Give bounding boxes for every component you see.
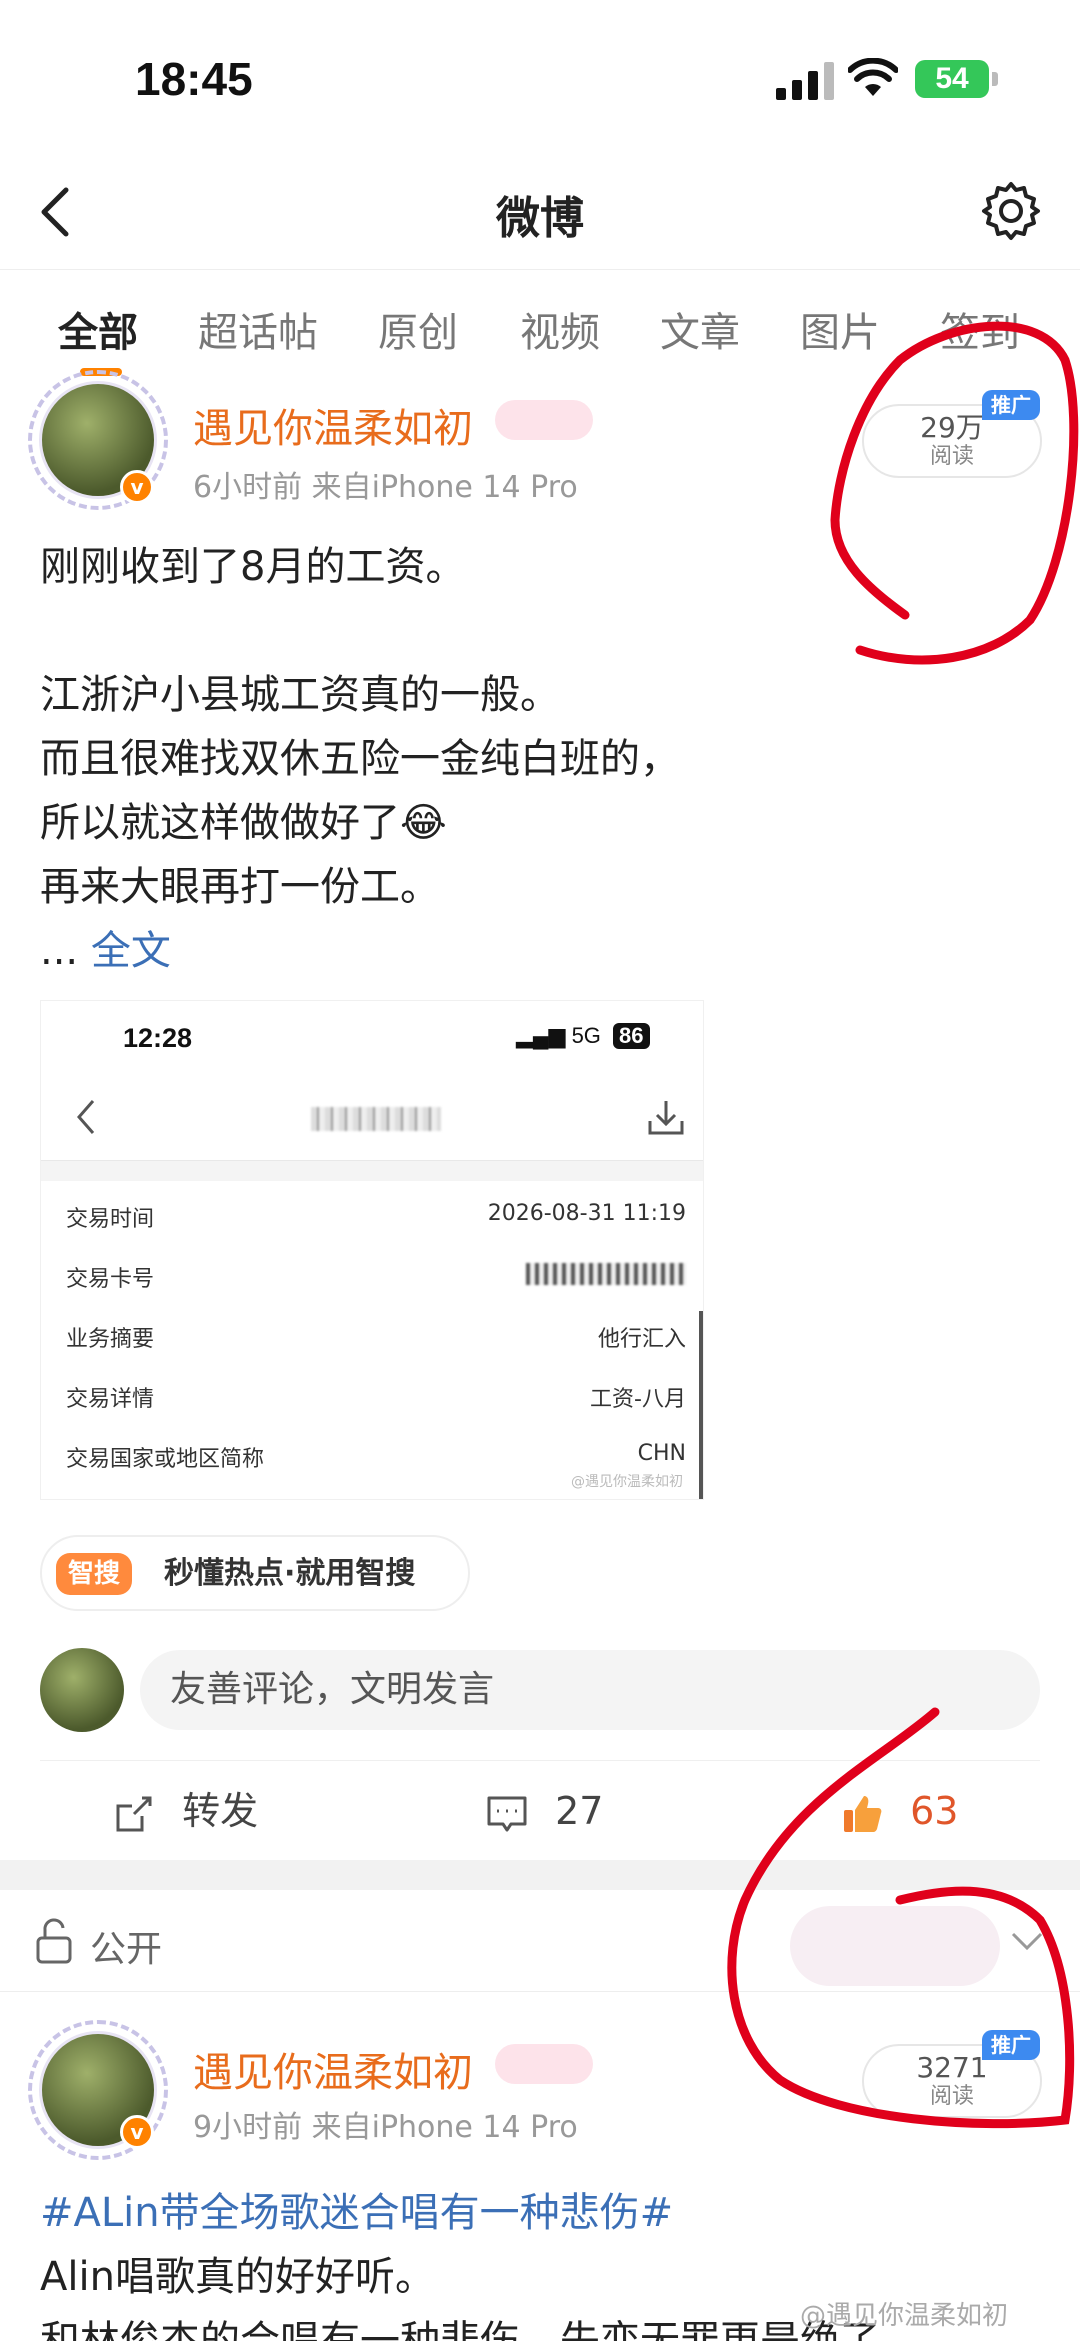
embedded-network: 5G <box>571 1023 601 1048</box>
post-meta: 9小时前 来自iPhone 14 Pro <box>193 2110 578 2145</box>
row-value: 2026-08-31 11:19 <box>487 1201 686 1226</box>
embedded-signal-icon: ▂▄▆ <box>516 1023 566 1048</box>
row-value: 他行汇入 <box>597 1327 686 1352</box>
action-bar: 转发 27 63 <box>40 1760 1040 1860</box>
nav-bar: 微博 <box>0 160 1080 270</box>
verified-badge-icon: v <box>120 470 154 504</box>
visibility-label: 公开 <box>90 1929 163 1970</box>
post-line <box>40 599 680 663</box>
tab-image[interactable]: 图片 <box>800 300 880 358</box>
comment-icon <box>487 1796 527 1831</box>
status-time: 18:45 <box>135 53 253 105</box>
post-line: 江浙沪小县城工资真的一般。 <box>40 672 560 718</box>
table-row: 交易详情 工资-八月 <box>66 1381 686 1441</box>
table-row: 交易时间 2026-08-31 11:19 <box>66 1201 686 1261</box>
tab-all[interactable]: 全部 <box>58 300 138 358</box>
comment-avatar <box>40 1648 124 1732</box>
post-image[interactable]: 12:28 ▂▄▆ 5G 86 交易时间 2026-08-31 11:19 交易… <box>40 1000 704 1500</box>
feed-divider <box>0 1860 1080 1890</box>
row-label: 交易卡号 <box>66 1267 155 1292</box>
promote-tag[interactable]: 推广 <box>982 390 1040 420</box>
chevron-down-icon[interactable] <box>1010 1930 1044 1954</box>
tab-checkin[interactable]: 签到 <box>940 300 1020 358</box>
page-title: 微博 <box>496 193 584 244</box>
post-line: 和林俊杰的合唱有一种悲伤，失恋无罪更是绝了 <box>40 2318 880 2341</box>
status-bar: 18:45 54 <box>0 0 1080 160</box>
post-line: 刚刚收到了8月的工资。 <box>40 544 466 590</box>
fulltext-link[interactable]: 全文 <box>91 928 171 974</box>
embedded-header <box>41 1071 703 1161</box>
post-line: 而且很难找双休五险一金纯白班的， <box>40 736 680 782</box>
embedded-status: ▂▄▆ 5G 86 <box>516 1023 650 1049</box>
post-body: Alin唱歌真的好好听。 和林俊杰的合唱有一种悲伤，失恋无罪更是绝了 <box>40 2245 880 2341</box>
hashtag-link[interactable]: #ALin带全场歌迷合唱有一种悲伤# <box>40 2180 673 2238</box>
like-count: 63 <box>910 1789 959 1833</box>
smart-search-chip[interactable]: 智搜 秒懂热点·就用智搜 <box>40 1535 470 1611</box>
row-value-redacted <box>526 1261 686 1286</box>
embedded-scrollbar <box>699 1311 703 1499</box>
battery-indicator: 54 <box>915 60 989 98</box>
wifi-icon <box>848 58 898 96</box>
table-row: 业务摘要 他行汇入 <box>66 1321 686 1381</box>
row-value: CHN <box>637 1441 686 1466</box>
table-row: 交易卡号 <box>66 1261 686 1321</box>
post-line: 所以就这样做做好了😂 <box>40 800 447 846</box>
post-line: Alin唱歌真的好好听。 <box>40 2254 435 2300</box>
row-label: 交易国家或地区简称 <box>66 1447 265 1472</box>
post-body: 刚刚收到了8月的工资。 江浙沪小县城工资真的一般。 而且很难找双休五险一金纯白班… <box>40 535 680 983</box>
thumbs-up-icon <box>844 1795 882 1832</box>
tab-original[interactable]: 原创 <box>378 300 458 358</box>
comment-button[interactable]: 27 <box>485 1783 603 1839</box>
embedded-back-icon <box>77 1100 95 1134</box>
post-username[interactable]: 遇见你温柔如初 <box>193 396 473 454</box>
repost-button[interactable]: 转发 <box>112 1783 258 1839</box>
embedded-battery: 86 <box>613 1023 650 1049</box>
like-button[interactable]: 63 <box>840 1783 958 1839</box>
repost-icon <box>116 1796 152 1831</box>
card-decoration-icon <box>790 1906 1000 1986</box>
post-more-line: ... 全文 <box>40 919 680 983</box>
row-label: 交易时间 <box>66 1207 155 1232</box>
row-label: 业务摘要 <box>66 1327 155 1352</box>
user-badge-icon <box>495 2044 593 2084</box>
signal-icon <box>776 62 834 100</box>
smart-search-tag: 智搜 <box>56 1553 133 1595</box>
tab-supertopic[interactable]: 超话帖 <box>198 300 318 358</box>
post-line: 再来大眼再打一份工。 <box>40 864 440 910</box>
promote-tag[interactable]: 推广 <box>982 2030 1040 2060</box>
read-label: 阅读 <box>929 444 974 469</box>
image-watermark: @遇见你温柔如初 <box>571 1474 683 1490</box>
embedded-title-redacted <box>311 1107 441 1131</box>
ellipsis: ... <box>40 928 79 974</box>
tab-bar: 全部 超话帖 原创 视频 文章 图片 签到 <box>0 290 1080 380</box>
repost-label: 转发 <box>182 1789 259 1833</box>
row-label: 交易详情 <box>66 1387 155 1412</box>
embedded-separator <box>41 1161 703 1181</box>
comment-count: 27 <box>555 1789 604 1833</box>
image-watermark: @遇见你温柔如初 <box>800 2301 1009 2331</box>
unlock-icon <box>36 1918 72 1964</box>
user-badge-icon <box>495 400 593 440</box>
tab-video[interactable]: 视频 <box>520 300 600 358</box>
gear-icon[interactable] <box>980 180 1042 242</box>
tab-article[interactable]: 文章 <box>660 300 740 358</box>
row-value: 工资-八月 <box>590 1387 686 1412</box>
visibility-row[interactable]: 公开 <box>0 1892 1080 1992</box>
download-icon <box>648 1101 684 1135</box>
post-meta: 6小时前 来自iPhone 14 Pro <box>193 470 578 505</box>
verified-badge-icon: v <box>120 2115 154 2149</box>
read-label: 阅读 <box>929 2084 974 2109</box>
smart-search-text: 秒懂热点·就用智搜 <box>164 1556 416 1591</box>
comment-input[interactable]: 友善评论，文明发言 <box>140 1650 1040 1730</box>
post-username[interactable]: 遇见你温柔如初 <box>193 2040 473 2098</box>
battery-tip <box>992 72 998 86</box>
embedded-status-time: 12:28 <box>123 1023 193 1053</box>
